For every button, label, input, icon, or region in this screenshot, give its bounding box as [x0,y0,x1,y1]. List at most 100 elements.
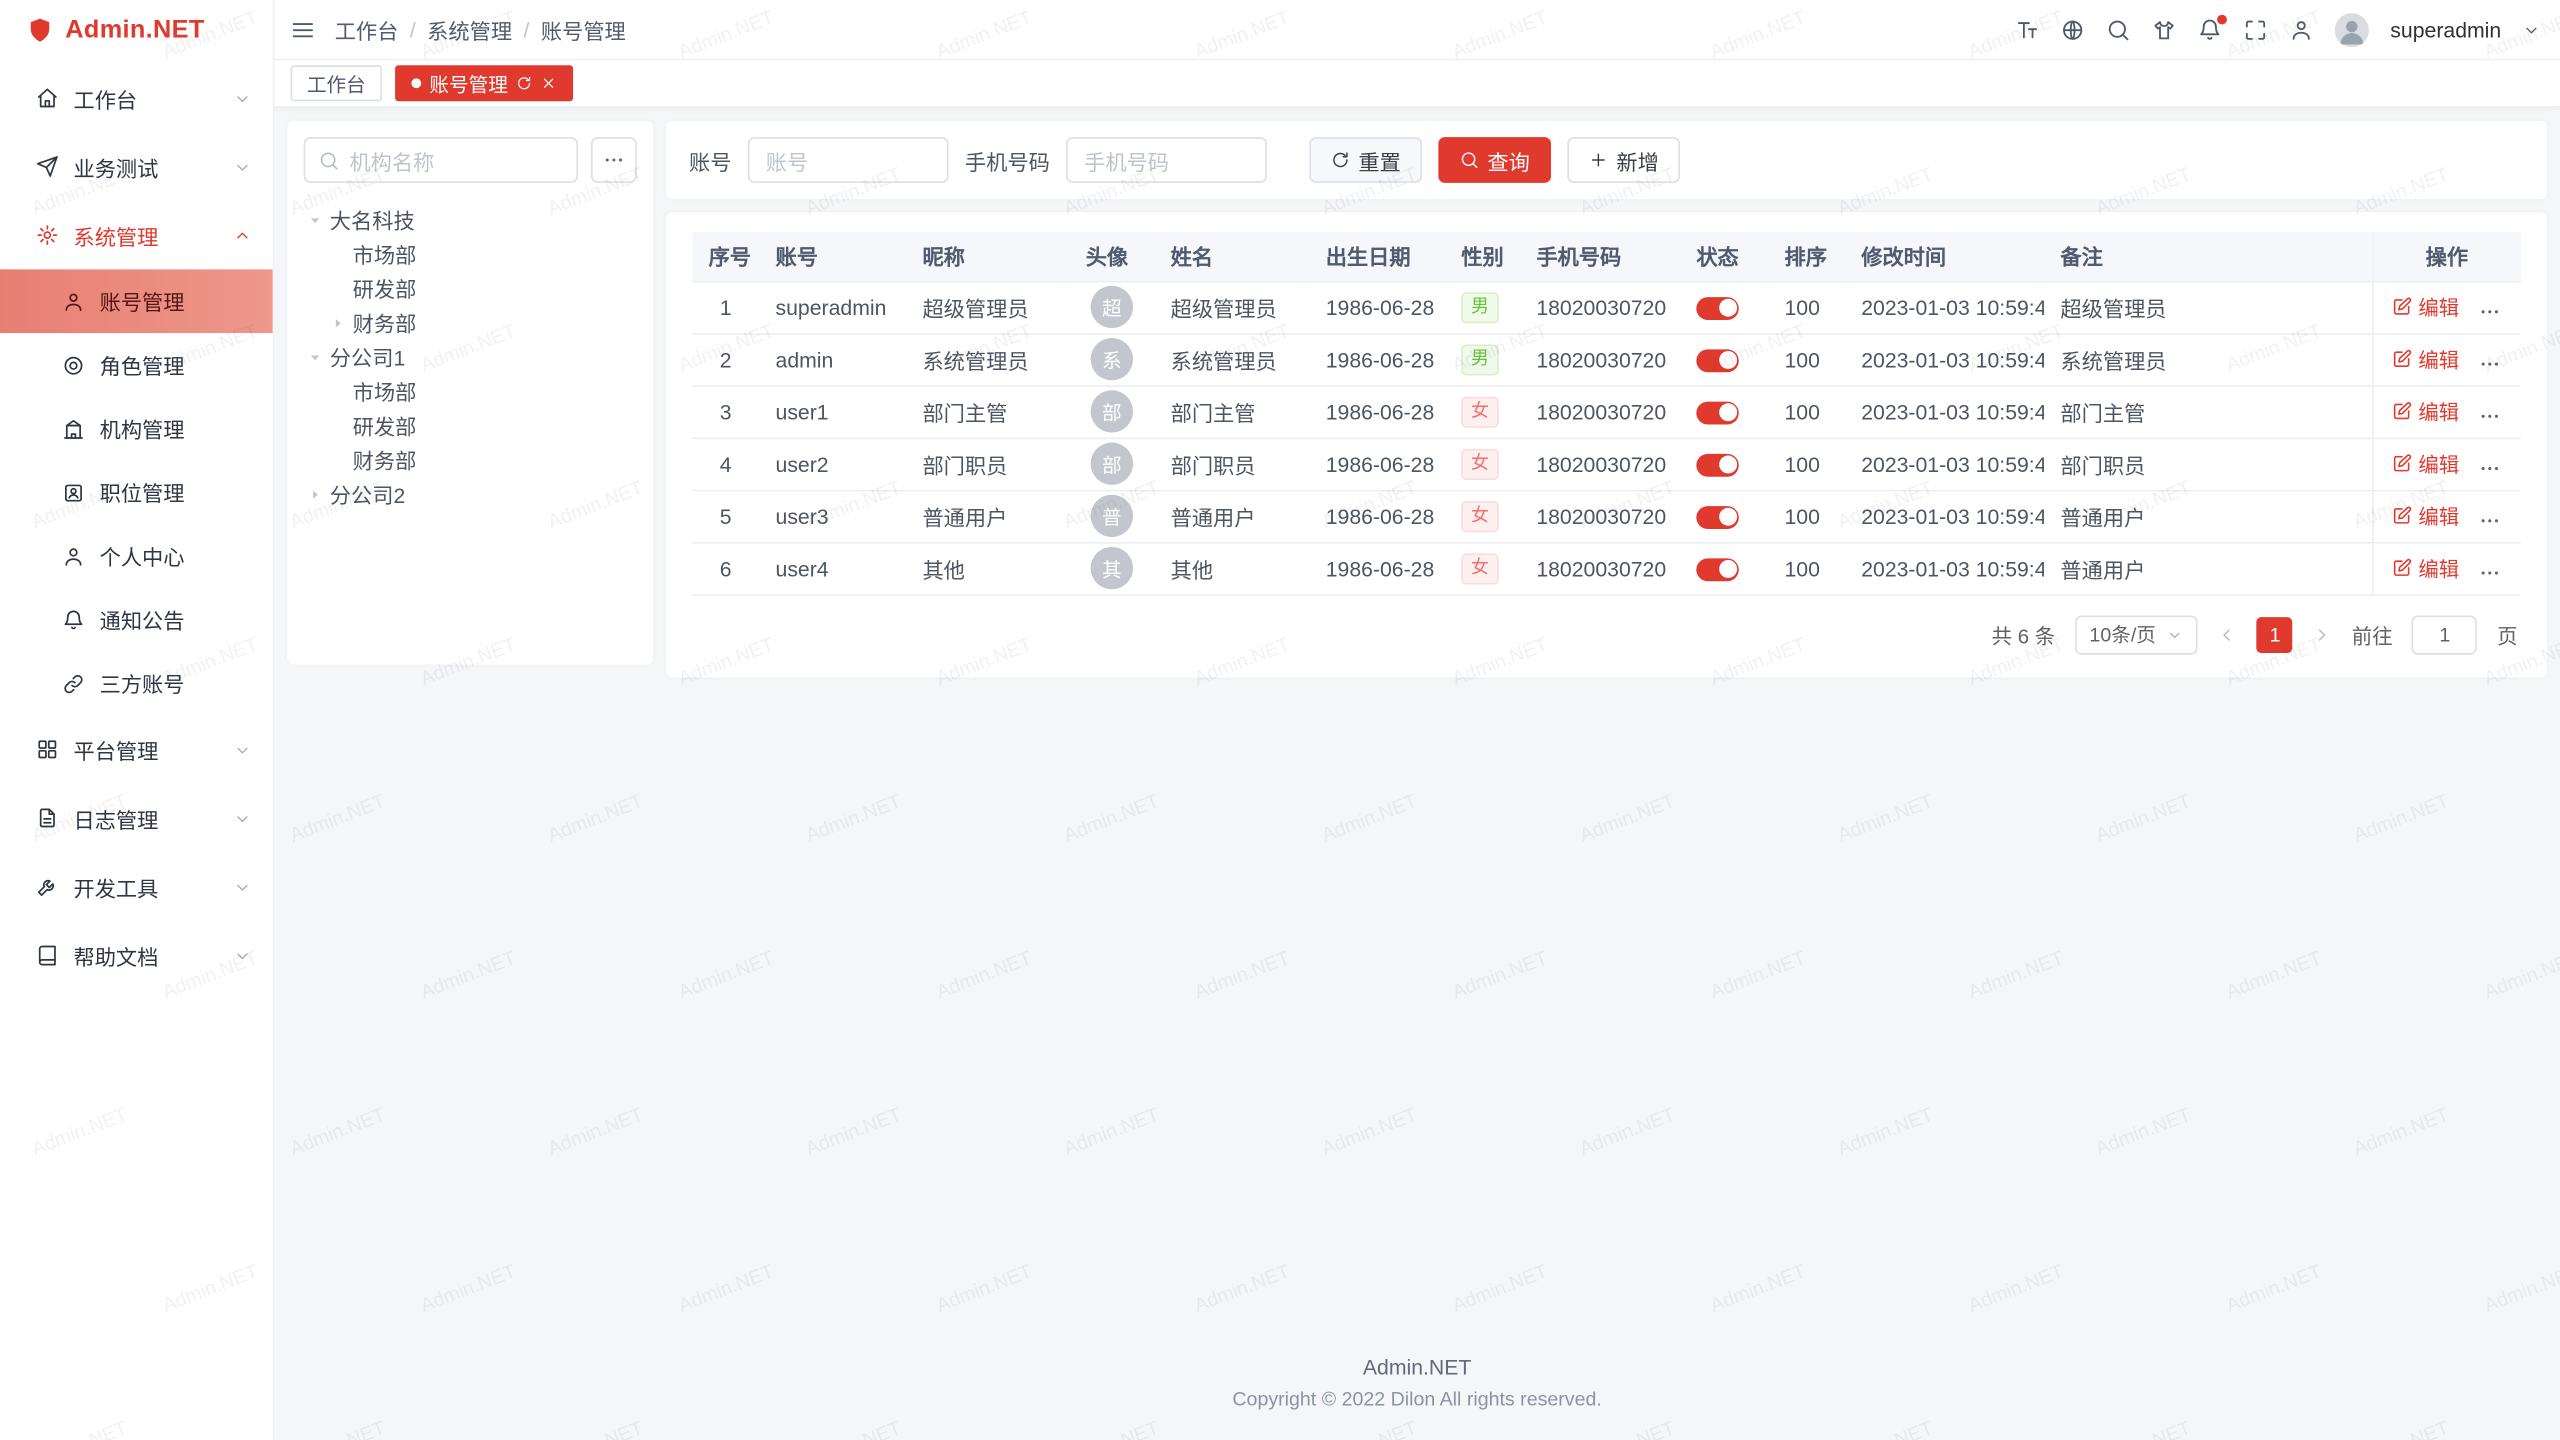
sidebar-item-workbench[interactable]: 工作台 [0,64,273,133]
cell-nickname: 系统管理员 [906,333,1069,385]
reset-button[interactable]: 重置 [1309,137,1422,183]
sidebar-item-org[interactable]: 机构管理 [0,397,273,461]
status-toggle[interactable] [1696,297,1738,320]
tree-node[interactable]: 财务部 [304,442,637,476]
caret-right-icon[interactable] [304,486,325,502]
sidebar-item-label: 职位管理 [100,477,185,508]
language-icon[interactable] [2061,17,2085,41]
search-button[interactable]: 查询 [1438,137,1551,183]
tree-node[interactable]: 研发部 [304,408,637,442]
edit-button[interactable]: 编辑 [2392,500,2459,531]
cell-operations: 编辑 [2372,333,2521,385]
user-avatar[interactable] [2335,12,2369,46]
phone-input[interactable]: 手机号码 [1066,137,1267,183]
sidebar-item-role[interactable]: 角色管理 [0,333,273,397]
cell-birth: 1986-06-28 [1309,438,1445,490]
sidebar-menu: 工作台业务测试系统管理账号管理角色管理机构管理职位管理个人中心通知公告三方账号平… [0,60,273,1440]
sidebar-item-devtools[interactable]: 开发工具 [0,852,273,921]
column-header: 账号 [759,232,906,281]
status-toggle[interactable] [1696,558,1738,581]
search-icon[interactable] [2106,17,2130,41]
sidebar-item-third-account[interactable]: 三方账号 [0,651,273,715]
sidebar-item-position[interactable]: 职位管理 [0,460,273,524]
more-icon [602,149,625,172]
cell-avatar: 普 [1069,490,1154,542]
page-size-select[interactable]: 10条/页 [2075,615,2199,654]
sidebar-item-logs[interactable]: 日志管理 [0,784,273,853]
caret-down-icon[interactable] [304,349,325,365]
tab-account-management[interactable]: 账号管理 [395,65,573,101]
cell-account: user3 [759,490,906,542]
row-more-button[interactable] [2479,509,2502,532]
tab-workbench[interactable]: 工作台 [291,65,382,101]
sidebar-item-platform[interactable]: 平台管理 [0,715,273,784]
row-more-button[interactable] [2479,561,2502,584]
tree-node[interactable]: 分公司1 [304,340,637,374]
tab-refresh-icon[interactable] [516,75,532,91]
edit-button[interactable]: 编辑 [2392,343,2459,374]
topbar: 工作台 / 系统管理 / 账号管理 super [274,0,2560,60]
status-toggle[interactable] [1696,349,1738,372]
page-number-1[interactable]: 1 [2257,616,2293,652]
font-size-icon[interactable] [2015,17,2039,41]
cell-phone: 18020030720 [1520,281,1680,333]
user-menu-chevron-icon[interactable] [2522,20,2540,38]
cell-gender: 女 [1445,490,1520,542]
notification-button[interactable] [2198,17,2222,41]
tree-node[interactable]: 财务部 [304,305,637,339]
caret-right-icon[interactable] [327,314,348,330]
edit-button[interactable]: 编辑 [2392,395,2459,426]
tree-node[interactable]: 分公司2 [304,477,637,511]
tree-node[interactable]: 市场部 [304,237,637,271]
sidebar-item-account[interactable]: 账号管理 [0,269,273,333]
row-more-button[interactable] [2479,300,2502,323]
table-row: 6user4其他其其他1986-06-28女180200307201002023… [692,542,2521,594]
cell-operations: 编辑 [2372,542,2521,594]
cell-status [1680,333,1768,385]
account-input[interactable]: 账号 [748,137,949,183]
cell-gender: 男 [1445,333,1520,385]
caret-down-icon[interactable] [304,211,325,227]
tree-node[interactable]: 大名科技 [304,202,637,236]
sidebar-item-system[interactable]: 系统管理 [0,201,273,270]
org-search-input[interactable]: 机构名称 [304,137,578,183]
edit-button[interactable]: 编辑 [2392,552,2459,583]
status-toggle[interactable] [1696,401,1738,424]
breadcrumb-item-workbench[interactable]: 工作台 [335,14,399,45]
row-more-button[interactable] [2479,457,2502,480]
tree-node[interactable]: 市场部 [304,374,637,408]
cell-modified: 2023-01-03 10:59:44 [1845,542,2044,594]
edit-button[interactable]: 编辑 [2392,448,2459,479]
sidebar-item-profile-center[interactable]: 个人中心 [0,524,273,588]
breadcrumb-item-account[interactable]: 账号管理 [541,14,626,45]
tree-node[interactable]: 研发部 [304,271,637,305]
cell-sort: 100 [1768,281,1845,333]
status-toggle[interactable] [1696,454,1738,477]
next-page-button[interactable] [2313,624,2333,644]
prev-page-button[interactable] [2218,624,2238,644]
theme-icon[interactable] [2152,17,2176,41]
org-more-button[interactable] [591,137,637,183]
sidebar-item-notice[interactable]: 通知公告 [0,588,273,652]
collapse-menu-icon[interactable] [291,17,315,41]
cell-index: 1 [692,281,759,333]
goto-page-input[interactable]: 1 [2412,615,2477,654]
tab-label: 账号管理 [429,69,507,97]
sidebar-item-business-test[interactable]: 业务测试 [0,132,273,201]
breadcrumb-separator: / [524,17,530,41]
username[interactable]: superadmin [2390,17,2501,41]
row-more-button[interactable] [2479,405,2502,428]
status-toggle[interactable] [1696,506,1738,529]
tab-close-icon[interactable] [540,75,556,91]
column-header: 状态 [1680,232,1768,281]
sidebar-item-docs[interactable]: 帮助文档 [0,921,273,990]
edit-button[interactable]: 编辑 [2392,291,2459,322]
add-button[interactable]: 新增 [1567,137,1680,183]
user-table-card: 序号账号昵称头像姓名出生日期性别手机号码状态排序修改时间备注操作 1supera… [666,212,2547,676]
profile-icon[interactable] [2289,17,2313,41]
person-icon [62,544,85,567]
breadcrumb-item-system[interactable]: 系统管理 [427,14,512,45]
tab-label: 工作台 [307,69,366,97]
fullscreen-icon[interactable] [2243,17,2267,41]
row-more-button[interactable] [2479,352,2502,375]
